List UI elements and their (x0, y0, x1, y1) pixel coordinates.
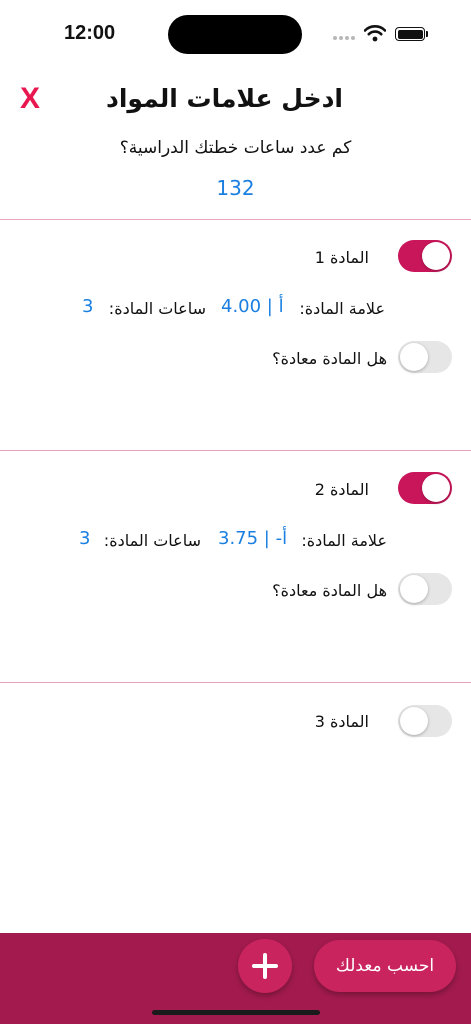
subject-2-hours-label: ساعات المادة: (103, 531, 201, 550)
toggle-knob (400, 343, 428, 371)
cellular-signal-icon (333, 36, 355, 40)
subject-2-repeated-toggle[interactable] (398, 573, 452, 605)
subject-1-grade-label: علامة المادة: (299, 299, 385, 318)
toggle-knob (422, 474, 450, 502)
divider (0, 219, 471, 220)
dynamic-island (168, 15, 302, 54)
subject-1-repeated-toggle[interactable] (398, 341, 452, 373)
toggle-knob (422, 242, 450, 270)
subject-2-hours-value[interactable]: 3 (79, 528, 90, 549)
battery-tip (426, 31, 428, 37)
status-bar: 12:00 (0, 0, 471, 60)
subject-2-repeated-label: هل المادة معادة؟ (272, 581, 387, 600)
page-title: ادخل علامات المواد (106, 84, 343, 113)
subject-2-grade-label: علامة المادة: (301, 531, 387, 550)
plus-icon-vertical (263, 953, 267, 979)
divider (0, 682, 471, 683)
add-subject-button[interactable] (238, 939, 292, 993)
home-indicator[interactable] (152, 1010, 320, 1015)
subject-1-label: المادة 1 (314, 248, 369, 267)
subject-2-toggle[interactable] (398, 472, 452, 504)
close-button[interactable]: X (20, 82, 40, 116)
subject-3-label: المادة 3 (314, 712, 369, 731)
plan-hours-question: كم عدد ساعات خطتك الدراسية؟ (119, 138, 352, 158)
subject-1-toggle[interactable] (398, 240, 452, 272)
divider (0, 450, 471, 451)
subject-3-toggle[interactable] (398, 705, 452, 737)
wifi-icon (364, 25, 386, 42)
subject-1-grade-value[interactable]: أ | 4.00 (221, 296, 284, 317)
status-time: 12:00 (64, 22, 116, 44)
calculate-gpa-button[interactable]: احسب معدلك (314, 940, 456, 992)
toggle-knob (400, 575, 428, 603)
battery-icon (395, 27, 425, 41)
subject-2-grade-value[interactable]: أ- | 3.75 (218, 528, 287, 549)
toggle-knob (400, 707, 428, 735)
plan-hours-value[interactable]: 132 (0, 176, 471, 200)
subject-1-hours-label: ساعات المادة: (108, 299, 206, 318)
subject-2-label: المادة 2 (314, 480, 369, 499)
subject-1-hours-value[interactable]: 3 (82, 296, 93, 317)
subject-1-repeated-label: هل المادة معادة؟ (272, 349, 387, 368)
